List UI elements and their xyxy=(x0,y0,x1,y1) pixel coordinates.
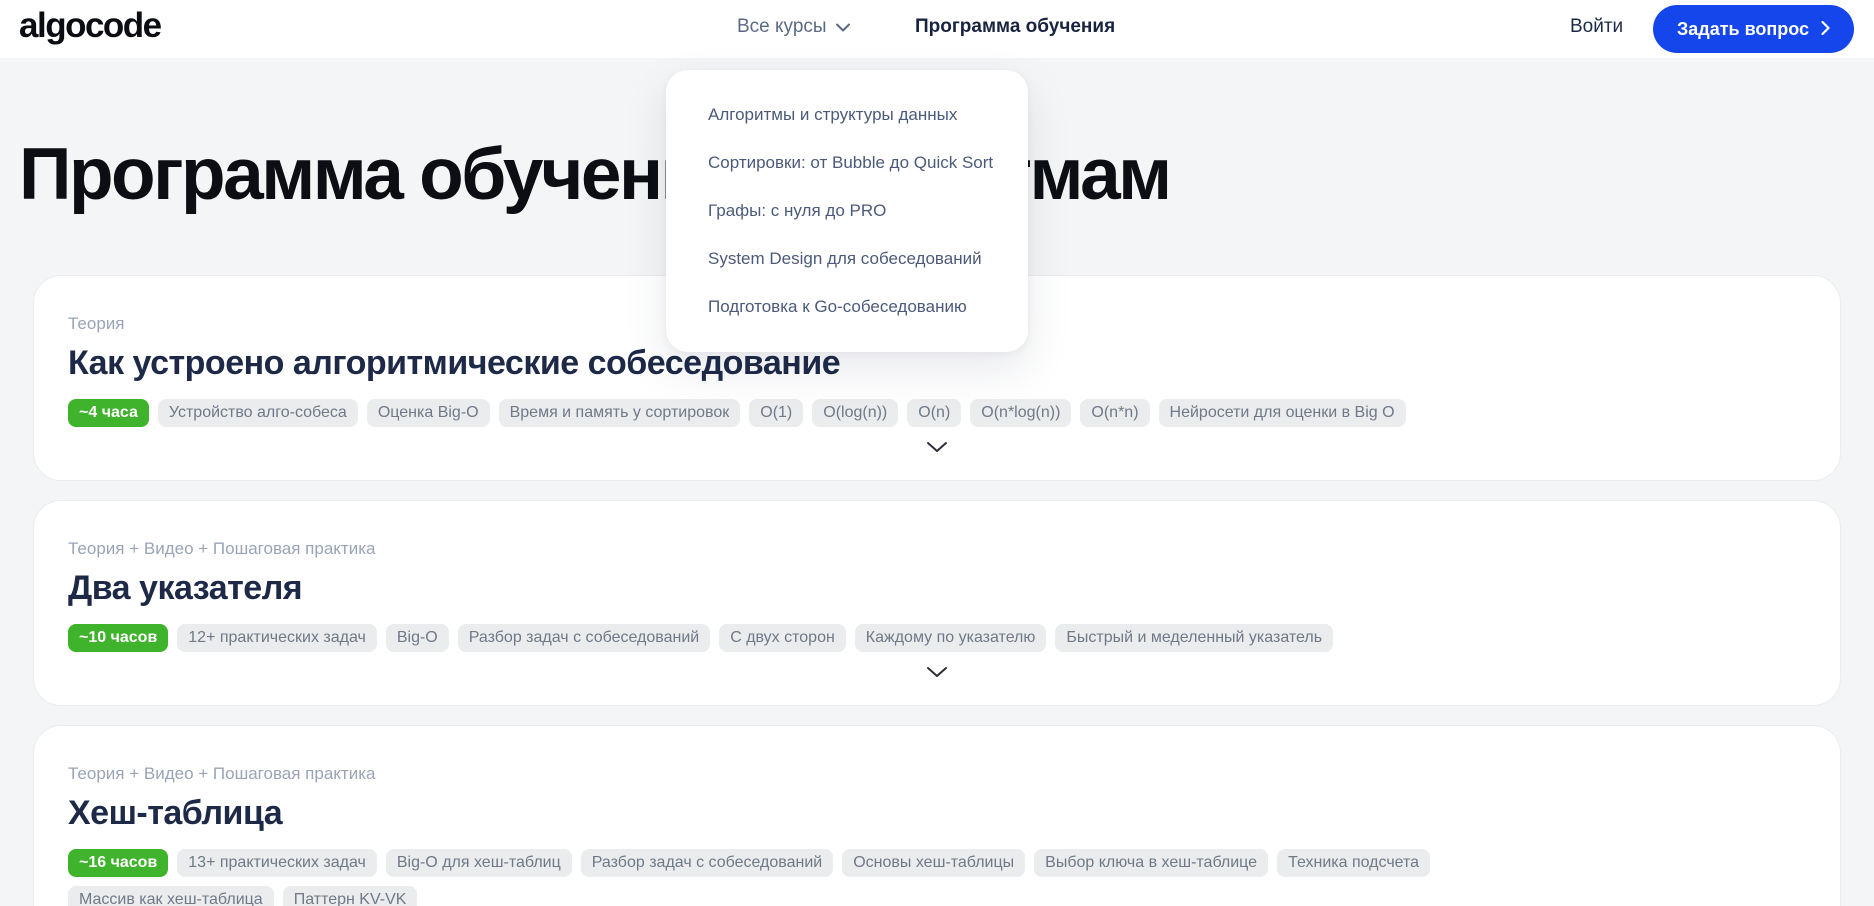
dropdown-item-go-interview[interactable]: Подготовка к Go-собеседованию xyxy=(666,283,1028,331)
topic-tag: O(n*log(n)) xyxy=(970,399,1072,427)
dropdown-item-sorting[interactable]: Сортировки: от Bubble до Quick Sort xyxy=(666,139,1028,187)
top-nav: algocode Все курсы Программа обучения Во… xyxy=(0,0,1874,58)
logo[interactable]: algocode xyxy=(19,6,162,46)
topic-tag: Нейросети для оценки в Big O xyxy=(1158,399,1406,427)
chevron-down-icon xyxy=(926,441,948,456)
topic-tag: Устройство алго-собеса xyxy=(157,399,358,427)
chevron-down-icon xyxy=(835,16,850,38)
topic-tag: Время и память у сортировок xyxy=(498,399,741,427)
ask-question-label: Задать вопрос xyxy=(1677,18,1810,39)
topic-tag: Основы хеш-таблицы xyxy=(842,849,1026,877)
ask-question-button[interactable]: Задать вопрос xyxy=(1653,5,1855,53)
expand-row xyxy=(68,652,1806,691)
course-tag-row: ~4 часа Устройство алго-собеса Оценка Big-… xyxy=(68,399,1548,427)
dropdown-item-algorithms[interactable]: Алгоритмы и структуры данных xyxy=(666,91,1028,139)
course-title: Два указателя xyxy=(68,569,303,607)
topic-tag: Разбор задач с собеседований xyxy=(457,624,711,652)
topic-tag: Техника подсчета xyxy=(1277,849,1431,877)
course-card: Теория + Видео + Пошаговая практика Хеш-… xyxy=(33,725,1841,906)
expand-row xyxy=(68,427,1806,466)
course-tag-row: ~16 часов 13+ практических задач Big-O для… xyxy=(68,849,1548,906)
login-link[interactable]: Войти xyxy=(1570,16,1623,38)
topic-tag: O(1) xyxy=(749,399,804,427)
course-format-label: Теория + Видео + Пошаговая практика xyxy=(68,764,376,783)
chevron-right-icon xyxy=(1821,19,1830,40)
expand-card-button[interactable] xyxy=(916,662,958,685)
course-tag-row: ~10 часов 12+ практических задач Big-O Разб… xyxy=(68,624,1548,652)
topic-tag: Big-O для хеш-таблиц xyxy=(385,849,572,877)
duration-badge: ~16 часов xyxy=(68,849,169,877)
duration-badge: ~4 часа xyxy=(68,399,149,427)
topic-tag: Разбор задач с собеседований xyxy=(580,849,834,877)
course-format-label: Теория + Видео + Пошаговая практика xyxy=(68,539,376,558)
topic-tag: Выбор ключа в хеш-таблице xyxy=(1034,849,1269,877)
course-title: Хеш-таблица xyxy=(68,794,283,832)
nav-all-courses-label: Все курсы xyxy=(737,16,827,37)
topic-tag: Оценка Big-O xyxy=(366,399,490,427)
topic-tag: С двух сторон xyxy=(719,624,846,652)
all-courses-dropdown: Алгоритмы и структуры данных Сортировки:… xyxy=(666,70,1028,352)
topic-tag: Каждому по указателю xyxy=(854,624,1047,652)
topic-tag: O(n*n) xyxy=(1080,399,1150,427)
topic-tag: O(n) xyxy=(907,399,962,427)
topic-tag: Быстрый и меделенный указатель xyxy=(1055,624,1334,652)
topic-tag: Big-O xyxy=(385,624,449,652)
course-card: Теория + Видео + Пошаговая практика Два … xyxy=(33,500,1841,706)
topic-tag: O(log(n)) xyxy=(812,399,899,427)
chevron-down-icon xyxy=(926,666,948,681)
nav-all-courses[interactable]: Все курсы xyxy=(737,16,850,38)
expand-card-button[interactable] xyxy=(916,437,958,460)
dropdown-item-graphs[interactable]: Графы: с нуля до PRO xyxy=(666,187,1028,235)
topic-tag: Паттерн KV-VK xyxy=(282,886,418,906)
topic-tag: 13+ практических задач xyxy=(177,849,377,877)
topic-tag: 12+ практических задач xyxy=(177,624,377,652)
course-card-list: Теория Как устроено алгоритмические собе… xyxy=(33,275,1841,906)
topic-tag: Массив как хеш-таблица xyxy=(68,886,274,906)
nav-program[interactable]: Программа обучения xyxy=(915,16,1115,38)
dropdown-item-system-design[interactable]: System Design для собеседований xyxy=(666,235,1028,283)
duration-badge: ~10 часов xyxy=(68,624,169,652)
